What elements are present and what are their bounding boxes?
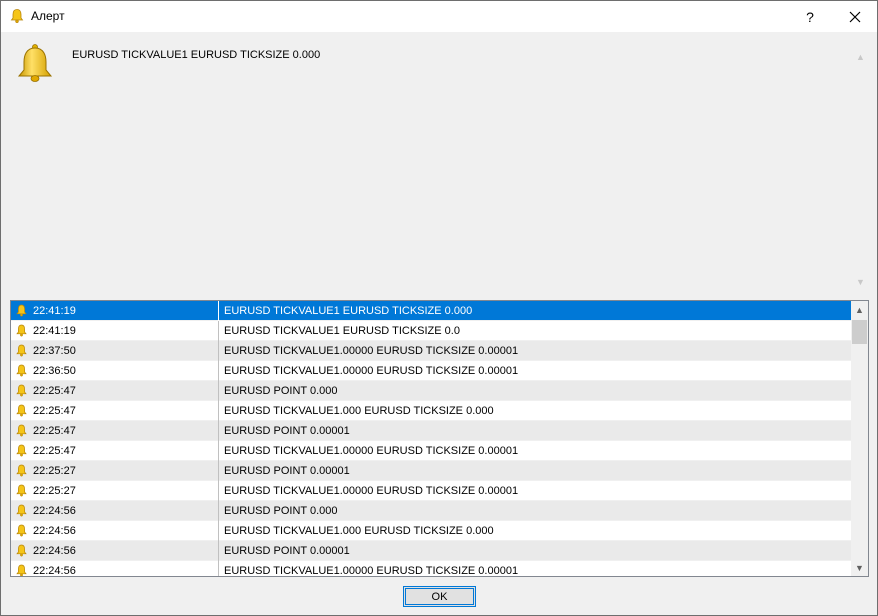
table-row[interactable]: 22:41:19 EURUSD TICKVALUE1 EURUSD TICKSIZ… bbox=[11, 321, 851, 341]
alert-row-message: EURUSD TICKVALUE1.00000 EURUSD TICKSIZE … bbox=[224, 445, 519, 457]
column-divider bbox=[218, 561, 219, 576]
alert-row-message: EURUSD TICKVALUE1.000 EURUSD TICKSIZE 0.… bbox=[224, 405, 494, 417]
help-button[interactable]: ? bbox=[790, 1, 830, 32]
alert-time: 22:25:27 bbox=[33, 465, 76, 477]
history-scrollbar[interactable]: ▲ ▼ bbox=[851, 301, 868, 576]
column-divider bbox=[218, 381, 219, 401]
alert-time: 22:24:56 bbox=[33, 565, 76, 577]
table-row[interactable]: 22:25:47 EURUSD POINT 0.00001 bbox=[11, 421, 851, 441]
alert-row-message: EURUSD POINT 0.000 bbox=[224, 505, 338, 517]
bell-icon bbox=[16, 524, 27, 537]
alert-row-message: EURUSD TICKVALUE1 EURUSD TICKSIZE 0.000 bbox=[224, 305, 473, 317]
alert-time: 22:25:47 bbox=[33, 405, 76, 417]
alert-time: 22:25:47 bbox=[33, 385, 76, 397]
bell-icon bbox=[16, 404, 27, 417]
bell-icon bbox=[10, 9, 24, 24]
scroll-down-icon[interactable]: ▼ bbox=[852, 273, 869, 290]
column-divider bbox=[218, 541, 219, 561]
bell-icon bbox=[16, 504, 27, 517]
history-rows: 22:41:19 EURUSD TICKVALUE1 EURUSD TICKSIZ… bbox=[11, 301, 851, 577]
alert-row-message: EURUSD TICKVALUE1.00000 EURUSD TICKSIZE … bbox=[224, 485, 519, 497]
alert-row-message: EURUSD POINT 0.00001 bbox=[224, 545, 350, 557]
scroll-thumb[interactable] bbox=[852, 320, 867, 344]
alert-history-list[interactable]: 22:41:19 EURUSD TICKVALUE1 EURUSD TICKSIZ… bbox=[10, 300, 869, 577]
close-button[interactable] bbox=[835, 1, 875, 32]
bell-icon bbox=[16, 344, 27, 357]
alert-row-message: EURUSD TICKVALUE1 EURUSD TICKSIZE 0.0 bbox=[224, 325, 460, 337]
bell-icon bbox=[16, 424, 27, 437]
table-row[interactable]: 22:24:56 EURUSD POINT 0.00001 bbox=[11, 541, 851, 561]
alert-message-area: EURUSD TICKVALUE1 EURUSD TICKSIZE 0.000 … bbox=[1, 32, 877, 297]
alert-time: 22:25:27 bbox=[33, 485, 76, 497]
alert-row-message: EURUSD TICKVALUE1.000 EURUSD TICKSIZE 0.… bbox=[224, 525, 494, 537]
table-row[interactable]: 22:24:56 EURUSD TICKVALUE1.00000 EURUSD T… bbox=[11, 561, 851, 577]
alert-time: 22:24:56 bbox=[33, 545, 76, 557]
table-row[interactable]: 22:37:50 EURUSD TICKVALUE1.00000 EURUSD T… bbox=[11, 341, 851, 361]
table-row[interactable]: 22:25:47 EURUSD TICKVALUE1.000 EURUSD TIC… bbox=[11, 401, 851, 421]
table-row[interactable]: 22:24:56 EURUSD POINT 0.000 bbox=[11, 501, 851, 521]
alert-row-message: EURUSD TICKVALUE1.00000 EURUSD TICKSIZE … bbox=[224, 365, 519, 377]
alert-time: 22:24:56 bbox=[33, 505, 76, 517]
bell-icon bbox=[16, 444, 27, 457]
alert-dialog: Алерт ? EURUSD TICKVALUE1 EURUSD TICKSIZ… bbox=[0, 0, 878, 616]
title-bar: Алерт ? bbox=[1, 1, 877, 32]
column-divider bbox=[218, 421, 219, 441]
alert-row-message: EURUSD TICKVALUE1.00000 EURUSD TICKSIZE … bbox=[224, 345, 519, 357]
column-divider bbox=[218, 521, 219, 541]
alert-time: 22:24:56 bbox=[33, 525, 76, 537]
bell-icon bbox=[17, 44, 53, 82]
alert-row-message: EURUSD TICKVALUE1.00000 EURUSD TICKSIZE … bbox=[224, 565, 519, 577]
message-scrollbar[interactable]: ▲ ▼ bbox=[852, 48, 869, 290]
window-title: Алерт bbox=[31, 9, 65, 23]
bell-icon bbox=[16, 304, 27, 317]
alert-row-message: EURUSD POINT 0.00001 bbox=[224, 425, 350, 437]
column-divider bbox=[218, 321, 219, 341]
scroll-up-icon[interactable]: ▲ bbox=[852, 48, 869, 65]
bell-icon bbox=[16, 544, 27, 557]
bell-icon bbox=[16, 324, 27, 337]
ok-button[interactable]: OK bbox=[403, 586, 476, 607]
bell-icon bbox=[16, 484, 27, 497]
table-row[interactable]: 22:25:27 EURUSD TICKVALUE1.00000 EURUSD T… bbox=[11, 481, 851, 501]
column-divider bbox=[218, 441, 219, 461]
close-icon bbox=[849, 11, 861, 22]
bell-icon bbox=[16, 564, 27, 576]
table-row[interactable]: 22:24:56 EURUSD TICKVALUE1.000 EURUSD TIC… bbox=[11, 521, 851, 541]
table-row[interactable]: 22:25:27 EURUSD POINT 0.00001 bbox=[11, 461, 851, 481]
bell-icon bbox=[16, 464, 27, 477]
table-row[interactable]: 22:41:19 EURUSD TICKVALUE1 EURUSD TICKSIZ… bbox=[11, 301, 851, 321]
alert-row-message: EURUSD POINT 0.000 bbox=[224, 385, 338, 397]
alert-time: 22:41:19 bbox=[33, 305, 76, 317]
column-divider bbox=[218, 461, 219, 481]
column-divider bbox=[218, 341, 219, 361]
alert-row-message: EURUSD POINT 0.00001 bbox=[224, 465, 350, 477]
table-row[interactable]: 22:25:47 EURUSD POINT 0.000 bbox=[11, 381, 851, 401]
alert-time: 22:36:50 bbox=[33, 365, 76, 377]
alert-time: 22:41:19 bbox=[33, 325, 76, 337]
table-row[interactable]: 22:25:47 EURUSD TICKVALUE1.00000 EURUSD T… bbox=[11, 441, 851, 461]
alert-time: 22:25:47 bbox=[33, 445, 76, 457]
alert-time: 22:37:50 bbox=[33, 345, 76, 357]
bell-icon bbox=[16, 384, 27, 397]
bell-icon bbox=[16, 364, 27, 377]
column-divider bbox=[218, 481, 219, 501]
column-divider bbox=[218, 501, 219, 521]
alert-message: EURUSD TICKVALUE1 EURUSD TICKSIZE 0.000 bbox=[72, 49, 321, 61]
scroll-up-icon[interactable]: ▲ bbox=[851, 301, 868, 318]
table-row[interactable]: 22:36:50 EURUSD TICKVALUE1.00000 EURUSD T… bbox=[11, 361, 851, 381]
scroll-down-icon[interactable]: ▼ bbox=[851, 559, 868, 576]
column-divider bbox=[218, 301, 219, 321]
alert-time: 22:25:47 bbox=[33, 425, 76, 437]
column-divider bbox=[218, 401, 219, 421]
column-divider bbox=[218, 361, 219, 381]
